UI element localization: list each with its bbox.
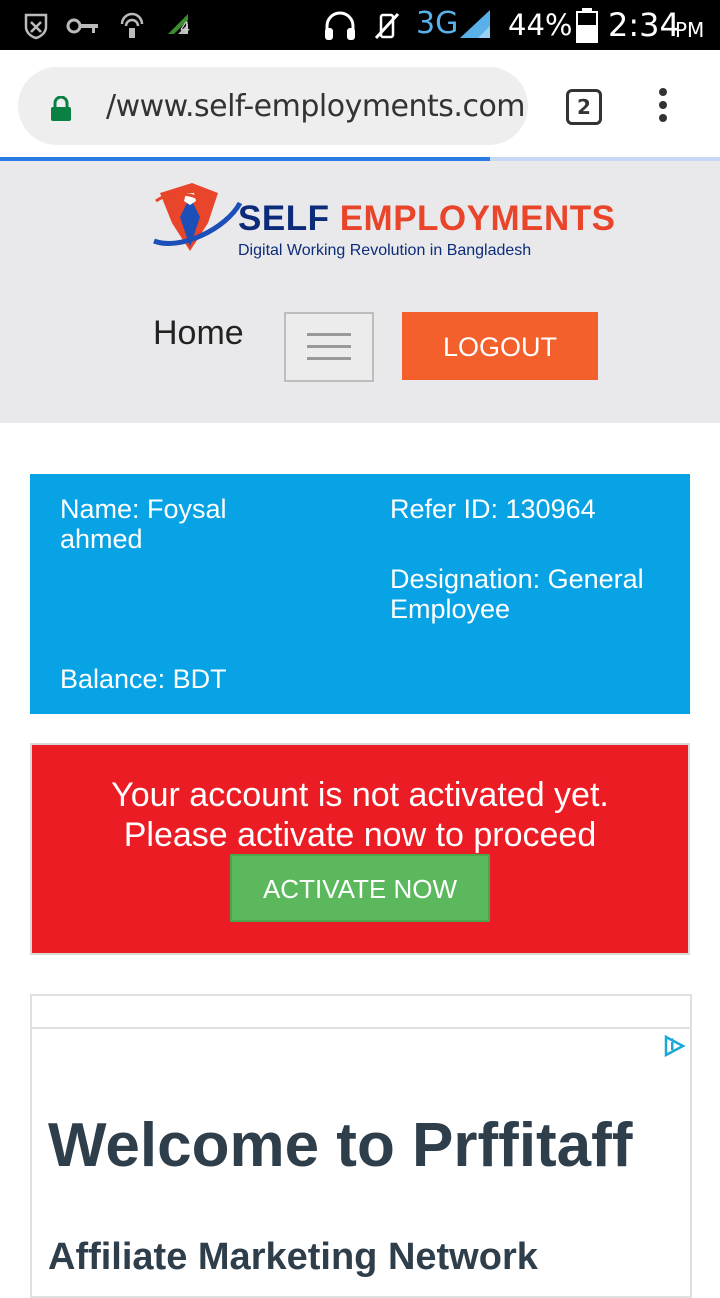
vibrate-off-icon: [374, 12, 400, 40]
alert-line2: Please activate now to proceed: [123, 816, 597, 854]
vpn-key-icon: [66, 18, 98, 34]
logo-emblem-icon: [153, 183, 243, 251]
logo-wordmark: SELF EMPLOYMENTS: [238, 199, 615, 239]
hotspot-icon: [120, 12, 144, 38]
tab-switcher-button[interactable]: 2: [566, 89, 602, 125]
logo-word-employments: EMPLOYMENTS: [339, 199, 616, 238]
logo-word-self: SELF: [238, 199, 330, 238]
account-name-line1: Name: Foysal: [60, 494, 227, 524]
adchoices-icon[interactable]: [662, 1034, 686, 1058]
account-info-card: Name: Foysal ahmed Refer ID: 130964 Desi…: [30, 474, 690, 714]
site-logo[interactable]: SELF EMPLOYMENTS Digital Working Revolut…: [150, 179, 615, 259]
clock-ampm: PM: [675, 18, 705, 42]
ad-divider: [32, 1027, 690, 1029]
overflow-menu-icon[interactable]: [656, 88, 670, 126]
status-bar: 4 3G 44% 2:34 PM: [0, 0, 720, 50]
logout-button[interactable]: LOGOUT: [402, 312, 598, 380]
balance: Balance: BDT: [60, 664, 227, 694]
ad-subheading: Affiliate Marketing Network: [48, 1236, 538, 1278]
network-type-label: 3G: [416, 6, 459, 41]
activate-now-button[interactable]: ACTIVATE NOW: [230, 854, 490, 922]
ad-heading: Welcome to Prffitaff: [48, 1111, 633, 1180]
nav-home-link[interactable]: Home: [153, 314, 244, 353]
clock-time: 2:34: [608, 6, 680, 44]
hamburger-menu-button[interactable]: [284, 312, 374, 382]
address-bar[interactable]: /www.self-employments.com: [18, 67, 528, 145]
url-text[interactable]: /www.self-employments.com: [106, 89, 526, 124]
designation-line2: Employee: [390, 594, 511, 624]
alert-message: Your account is not activated yet. Pleas…: [32, 775, 688, 855]
site-header: SELF EMPLOYMENTS Digital Working Revolut…: [0, 161, 720, 423]
ad-banner[interactable]: Welcome to Prffitaff Affiliate Marketing…: [30, 994, 692, 1298]
account-name-line2: ahmed: [60, 524, 143, 554]
refer-id: Refer ID: 130964: [390, 494, 596, 524]
logo-tagline: Digital Working Revolution in Bangladesh: [238, 242, 532, 259]
battery-icon: [576, 8, 598, 43]
alert-line1: Your account is not activated yet.: [111, 776, 609, 814]
designation-line1: Designation: General: [390, 564, 644, 594]
lock-icon: [51, 96, 71, 121]
shield-notification-icon: [24, 13, 48, 40]
battery-percentage: 44%: [508, 8, 573, 42]
browser-toolbar: /www.self-employments.com 2: [0, 50, 720, 158]
activation-alert: Your account is not activated yet. Pleas…: [30, 743, 690, 955]
notification-count: 4: [180, 18, 191, 37]
cell-signal-icon: [460, 10, 490, 38]
headset-icon: [325, 11, 355, 40]
